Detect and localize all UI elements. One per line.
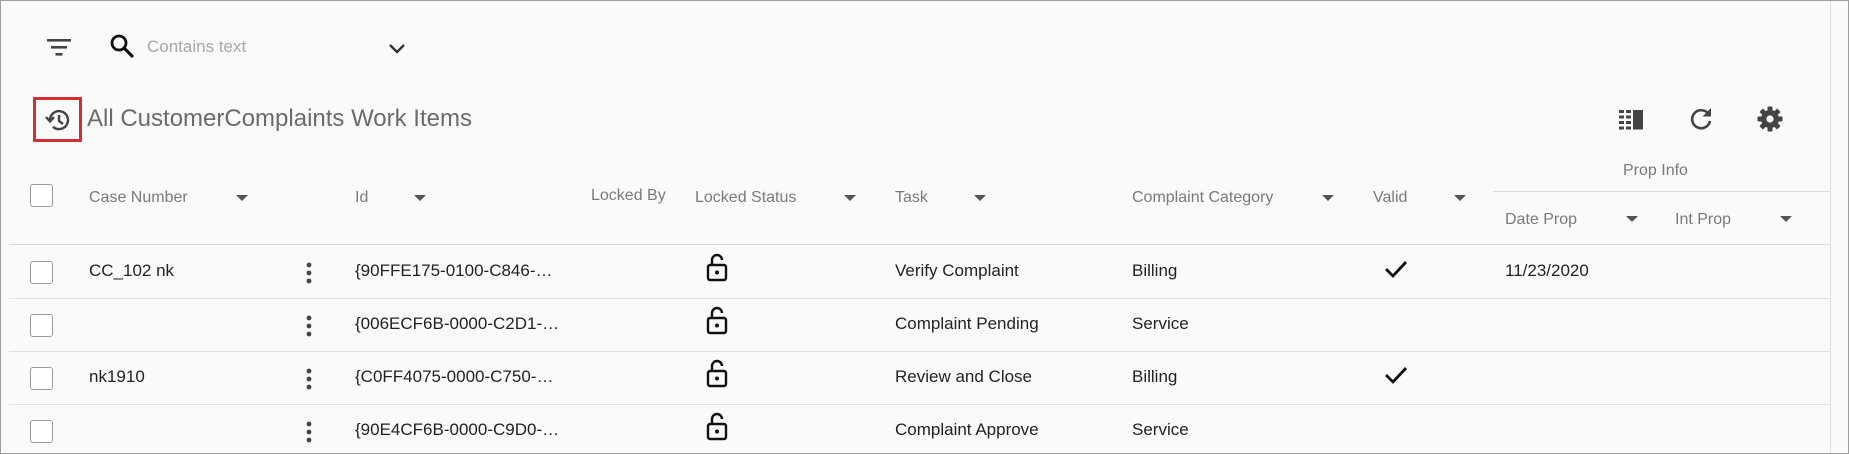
column-header-complaint-category[interactable]: Complaint Category [1132, 189, 1273, 207]
cell-id: {90E4CF6B-0000-C9D0-… [355, 420, 560, 439]
unlocked-lock-icon [706, 412, 728, 441]
cell-task: Verify Complaint [895, 261, 1019, 280]
work-items-panel: All CustomerComplaints Work Items Case N… [0, 0, 1849, 454]
unlocked-lock-icon [706, 253, 728, 282]
more-vert-icon[interactable] [303, 314, 315, 338]
cell-task: Complaint Pending [895, 314, 1039, 333]
cell-date-prop: 11/23/2020 [1505, 261, 1589, 280]
table-row[interactable]: {006ECF6B-0000-C2D1-… Complaint Pending … [9, 299, 1831, 352]
sort-arrow-icon[interactable] [1321, 193, 1335, 203]
table-row[interactable]: nk1910 {C0FF4075-0000-C750-… Review and … [9, 352, 1831, 405]
row-checkbox[interactable] [30, 314, 53, 337]
settings-icon[interactable] [1756, 105, 1784, 133]
search-icon [110, 34, 134, 58]
column-header-locked-by[interactable]: Locked By [591, 187, 666, 205]
column-header-valid[interactable]: Valid [1373, 189, 1407, 207]
check-icon [1385, 261, 1408, 279]
refresh-icon[interactable] [1687, 105, 1715, 133]
cell-id: {C0FF4075-0000-C750-… [355, 367, 554, 386]
sort-arrow-icon[interactable] [843, 193, 857, 203]
column-chooser-icon[interactable] [1617, 105, 1645, 133]
unlocked-lock-icon [706, 359, 728, 388]
sort-arrow-icon[interactable] [413, 193, 427, 203]
cell-id: {006ECF6B-0000-C2D1-… [355, 314, 560, 333]
more-vert-icon[interactable] [303, 367, 315, 391]
cell-task: Complaint Approve [895, 420, 1039, 439]
column-header-date-prop[interactable]: Date Prop [1505, 211, 1577, 229]
table-header: Case Number Id Locked By Locked Status T… [9, 149, 1831, 245]
column-header-locked-status[interactable]: Locked Status [695, 189, 796, 207]
cell-complaint-category: Service [1132, 314, 1189, 333]
table-row[interactable]: {90E4CF6B-0000-C9D0-… Complaint Approve … [9, 405, 1831, 453]
select-all-checkbox[interactable] [30, 184, 53, 207]
sort-arrow-icon[interactable] [1625, 214, 1639, 224]
column-group-divider [1493, 191, 1831, 192]
row-checkbox[interactable] [30, 420, 53, 443]
column-group-prop-info: Prop Info [1623, 162, 1688, 179]
scrollbar[interactable] [1830, 1, 1848, 453]
filter-button[interactable] [41, 35, 77, 59]
cell-task: Review and Close [895, 367, 1033, 386]
column-header-id[interactable]: Id [355, 189, 368, 207]
cell-case-number: CC_102 nk [89, 261, 175, 280]
table-row[interactable]: CC_102 nk {90FFE175-0100-C846-… Verify C… [9, 246, 1831, 299]
check-icon [1385, 367, 1408, 385]
cell-complaint-category: Billing [1132, 367, 1178, 386]
more-vert-icon[interactable] [303, 420, 315, 444]
cell-id: {90FFE175-0100-C846-… [355, 261, 553, 280]
sort-arrow-icon[interactable] [235, 193, 249, 203]
page-title: All CustomerComplaints Work Items [87, 105, 472, 132]
row-checkbox[interactable] [30, 261, 53, 284]
column-header-case-number[interactable]: Case Number [89, 189, 188, 207]
cell-complaint-category: Billing [1132, 261, 1178, 280]
column-header-task[interactable]: Task [895, 189, 928, 207]
sort-arrow-icon[interactable] [1779, 214, 1793, 224]
history-icon [44, 109, 69, 130]
more-vert-icon[interactable] [303, 261, 315, 285]
cell-case-number: nk1910 [89, 367, 145, 386]
unlocked-lock-icon [706, 306, 728, 335]
row-checkbox[interactable] [30, 367, 53, 390]
sort-arrow-icon[interactable] [973, 193, 987, 203]
column-header-int-prop[interactable]: Int Prop [1675, 211, 1731, 229]
sort-arrow-icon[interactable] [1453, 193, 1467, 203]
chevron-down-icon[interactable] [385, 37, 409, 59]
cell-complaint-category: Service [1132, 420, 1189, 439]
search-input[interactable] [147, 35, 377, 59]
toolbar [1, 1, 1831, 93]
filter-list-icon [47, 39, 71, 56]
history-button[interactable] [33, 97, 82, 142]
